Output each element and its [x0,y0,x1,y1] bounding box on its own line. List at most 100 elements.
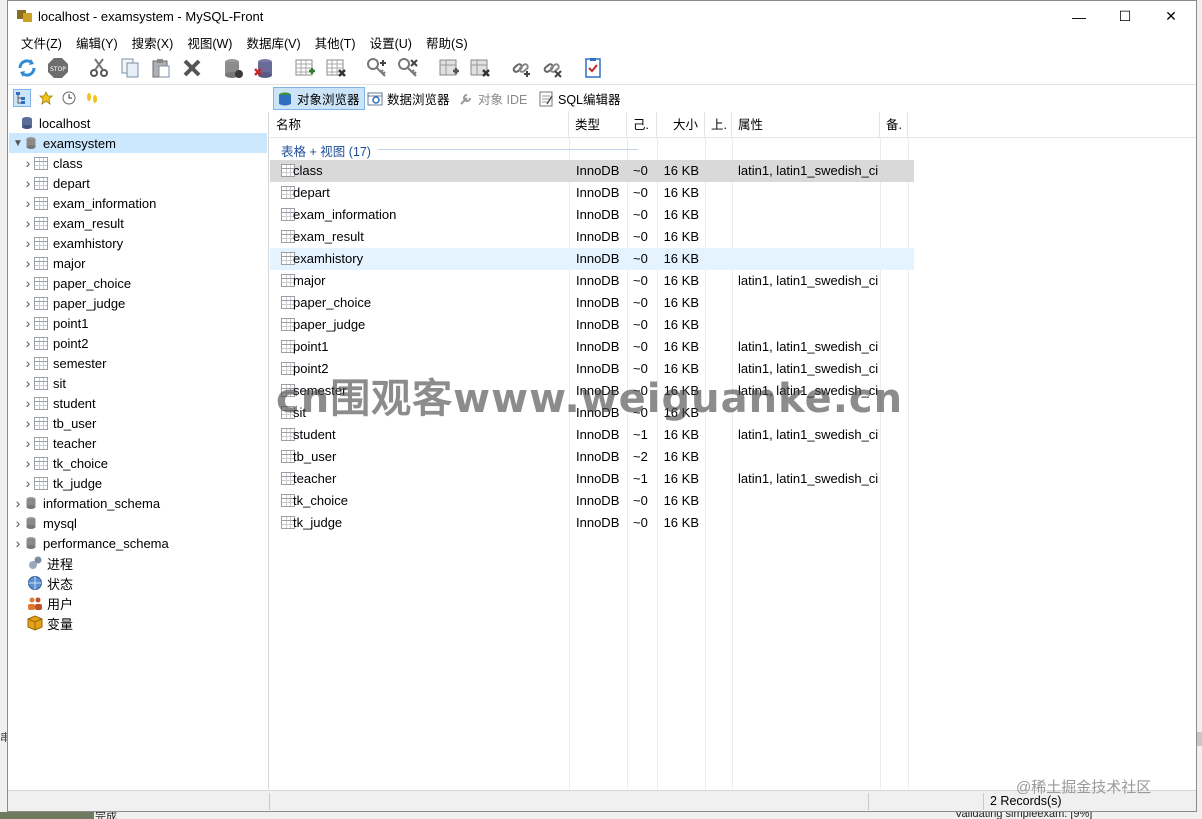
tree-item-table[interactable]: › tk_choice [9,453,267,473]
drop-index-button[interactable] [395,56,420,81]
tree-item-database[interactable]: › mysql [9,513,267,533]
collapsed-chevron-icon[interactable]: › [13,513,23,533]
column-header-rows[interactable]: 己. [627,112,657,138]
table-row[interactable]: student InnoDB ~1 16 KB latin1, latin1_swedi… [270,424,914,446]
tab-object-ide[interactable]: 对象 IDE [455,87,531,110]
column-header-updated[interactable]: 上. [705,112,732,138]
menu-database[interactable]: 数据库(V) [239,33,307,52]
maximize-button[interactable]: ☐ [1102,1,1148,32]
drop-database-button[interactable] [251,56,276,81]
table-row[interactable]: point2 InnoDB ~0 16 KB latin1, latin1_swedis… [270,358,914,380]
table-row[interactable]: major InnoDB ~0 16 KB latin1, latin1_swedish… [270,270,914,292]
create-index-button[interactable] [364,56,389,81]
create-database-button[interactable] [220,56,245,81]
tab-data-browser[interactable]: 数据浏览器 [364,87,454,110]
tree-item-table[interactable]: › paper_choice [9,273,267,293]
tree-item-table[interactable]: › major [9,253,267,273]
column-header-comment[interactable]: 备. [880,112,908,138]
tree-item-table[interactable]: › student [9,393,267,413]
collapsed-chevron-icon[interactable]: › [23,313,33,333]
collapsed-chevron-icon[interactable]: › [23,253,33,273]
collapsed-chevron-icon[interactable]: › [23,473,33,493]
stop-button[interactable]: STOP [45,56,70,81]
collapsed-chevron-icon[interactable]: › [13,493,23,513]
tree-item-tool[interactable]: 状态 [9,573,267,593]
group-header[interactable]: 表格 + 视图 (17) [281,141,371,160]
tree-item-tool[interactable]: 进程 [9,553,267,573]
tree-item-table[interactable]: › exam_information [9,193,267,213]
collapsed-chevron-icon[interactable]: › [23,193,33,213]
collapsed-chevron-icon[interactable]: › [23,273,33,293]
drop-field-button[interactable] [467,56,492,81]
menu-help[interactable]: 帮助(S) [419,33,475,52]
tab-sql-editor[interactable]: SQL编辑器 [535,87,625,110]
table-row[interactable]: tk_choice InnoDB ~0 16 KB [270,490,914,512]
refresh-button[interactable] [14,56,39,81]
tree-item-table[interactable]: › tb_user [9,413,267,433]
navigator-toggle[interactable] [13,89,31,107]
copy-button[interactable] [117,56,142,81]
cut-button[interactable] [86,56,111,81]
tree-item-tool[interactable]: 用户 [9,593,267,613]
collapsed-chevron-icon[interactable]: › [23,453,33,473]
table-row[interactable]: paper_judge InnoDB ~0 16 KB [270,314,914,336]
menu-edit[interactable]: 编辑(Y) [69,33,125,52]
tree-item-table[interactable]: › paper_judge [9,293,267,313]
menu-search[interactable]: 搜索(X) [125,33,181,52]
table-row[interactable]: exam_result InnoDB ~0 16 KB [270,226,914,248]
create-foreign-key-button[interactable] [508,56,533,81]
tree-item-table[interactable]: › point2 [9,333,267,353]
collapsed-chevron-icon[interactable]: › [23,433,33,453]
collapsed-chevron-icon[interactable]: › [23,173,33,193]
title-bar[interactable]: localhost - examsystem - MySQL-Front — ☐… [8,1,1196,32]
tab-object-browser[interactable]: 对象浏览器 [273,87,365,110]
collapsed-chevron-icon[interactable]: › [23,373,33,393]
menu-view[interactable]: 视图(W) [180,33,239,52]
menu-settings[interactable]: 设置(U) [363,33,419,52]
tree-item-table[interactable]: › exam_result [9,213,267,233]
table-row[interactable]: teacher InnoDB ~1 16 KB latin1, latin1_swedi… [270,468,914,490]
tree-item-table[interactable]: › semester [9,353,267,373]
collapsed-chevron-icon[interactable]: › [23,233,33,253]
table-row[interactable]: tk_judge InnoDB ~0 16 KB [270,512,914,534]
collapsed-chevron-icon[interactable]: › [23,333,33,353]
sql-history-toggle[interactable] [83,89,101,107]
tree-item-tool[interactable]: 变量 [9,613,267,633]
tree-item-table[interactable]: › tk_judge [9,473,267,493]
column-header-type[interactable]: 类型 [569,112,627,138]
table-row[interactable]: paper_choice InnoDB ~0 16 KB [270,292,914,314]
tree-item-database[interactable]: › performance_schema [9,533,267,553]
tree-item-table[interactable]: › point1 [9,313,267,333]
tree-item-database-examsystem[interactable]: ▼ examsystem [9,133,267,153]
collapsed-chevron-icon[interactable]: › [13,533,23,553]
collapsed-chevron-icon[interactable]: › [23,413,33,433]
close-button[interactable]: ✕ [1148,1,1194,32]
properties-button[interactable] [580,56,605,81]
collapsed-chevron-icon[interactable]: › [23,293,33,313]
create-table-button[interactable] [292,56,317,81]
paste-button[interactable] [148,56,173,81]
bookmarks-toggle[interactable] [37,89,55,107]
table-row[interactable]: sit InnoDB ~0 16 KB [270,402,914,424]
minimize-button[interactable]: — [1056,1,1102,32]
column-header-attributes[interactable]: 属性 [732,112,880,138]
tree-item-table[interactable]: › sit [9,373,267,393]
tree-item-table[interactable]: › examhistory [9,233,267,253]
table-row[interactable]: examhistory InnoDB ~0 16 KB [270,248,914,270]
table-row[interactable]: point1 InnoDB ~0 16 KB latin1, latin1_swedis… [270,336,914,358]
history-toggle[interactable] [60,89,78,107]
table-row[interactable]: depart InnoDB ~0 16 KB [270,182,914,204]
table-row[interactable]: class InnoDB ~0 16 KB latin1, latin1_swedish… [270,160,914,182]
collapsed-chevron-icon[interactable]: › [23,353,33,373]
table-row[interactable]: semester InnoDB ~0 16 KB latin1, latin1_swed… [270,380,914,402]
drop-foreign-key-button[interactable] [539,56,564,81]
collapsed-chevron-icon[interactable]: › [23,213,33,233]
collapsed-chevron-icon[interactable]: › [23,153,33,173]
table-row[interactable]: tb_user InnoDB ~2 16 KB [270,446,914,468]
table-row[interactable]: exam_information InnoDB ~0 16 KB [270,204,914,226]
create-field-button[interactable] [436,56,461,81]
tree-item-table[interactable]: › class [9,153,267,173]
collapsed-chevron-icon[interactable]: › [23,393,33,413]
tree-item-database[interactable]: › information_schema [9,493,267,513]
tree-item-table[interactable]: › depart [9,173,267,193]
